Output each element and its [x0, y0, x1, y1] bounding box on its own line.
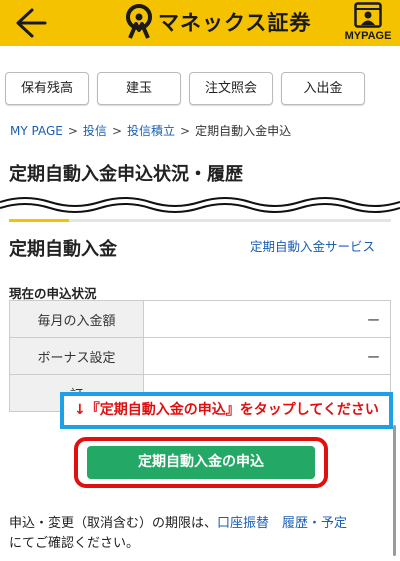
breadcrumb-current: 定期自動入金申込 [195, 124, 292, 138]
tab-orders[interactable]: 注文照会 [189, 72, 273, 105]
wavy-divider [0, 197, 400, 213]
nav-tabs: 保有残高 建玉 注文照会 入出金 [0, 72, 400, 106]
note-prefix: 申込・変更（取消含む）の期限は、 [9, 516, 218, 531]
breadcrumb-separator: > [67, 124, 78, 138]
tab-deposit-withdrawal[interactable]: 入出金 [281, 72, 365, 105]
app-header: マネックス証券 MYPAGE [0, 0, 400, 46]
page-title: 定期自動入金申込状況・履歴 [9, 164, 243, 185]
auto-deposit-service-link[interactable]: 定期自動入金サービス [250, 236, 375, 255]
breadcrumb: MY PAGE > 投信 > 投信積立 > 定期自動入金申込 [10, 122, 291, 139]
row-label: ボーナス設定 [9, 337, 144, 375]
section-title: 定期自動入金 [9, 239, 117, 260]
back-button[interactable] [12, 6, 48, 40]
breadcrumb-funds[interactable]: 投信 [83, 124, 107, 138]
back-arrow-icon [16, 8, 47, 38]
mypage-button[interactable]: MYPAGE [340, 2, 396, 44]
section-divider-accent [9, 219, 69, 222]
instruction-callout: ↓『定期自動入金の申込』をタップしてください [60, 392, 393, 429]
logo-text: マネックス証券 [158, 11, 312, 35]
deadline-note: 申込・変更（取消含む）の期限は、口座振替 履歴・予定にてご確認ください。 [9, 514, 394, 554]
monex-logo-icon [126, 4, 152, 39]
tab-positions[interactable]: 建玉 [97, 72, 181, 105]
table-row: ボーナス設定 ー [9, 337, 391, 375]
note-suffix: にてご確認ください。 [9, 536, 140, 551]
mypage-label: MYPAGE [344, 30, 392, 42]
breadcrumb-separator: > [180, 124, 191, 138]
tab-holdings[interactable]: 保有残高 [5, 72, 89, 105]
table-row: 毎月の入金額 ー [9, 300, 391, 338]
breadcrumb-fund-savings[interactable]: 投信積立 [127, 124, 175, 138]
account-transfer-link[interactable]: 口座振替 [217, 516, 269, 531]
breadcrumb-mypage[interactable]: MY PAGE [10, 124, 63, 138]
row-value: ー [143, 300, 391, 338]
monex-logo[interactable]: マネックス証券 [124, 4, 311, 40]
mypage-icon [354, 2, 382, 28]
apply-auto-deposit-button[interactable]: 定期自動入金の申込 [87, 446, 315, 479]
row-label: 毎月の入金額 [9, 300, 144, 338]
scrollbar[interactable] [393, 425, 396, 556]
breadcrumb-separator: > [111, 124, 122, 138]
row-value: ー [143, 337, 391, 375]
history-schedule-link[interactable]: 履歴・予定 [282, 516, 347, 531]
